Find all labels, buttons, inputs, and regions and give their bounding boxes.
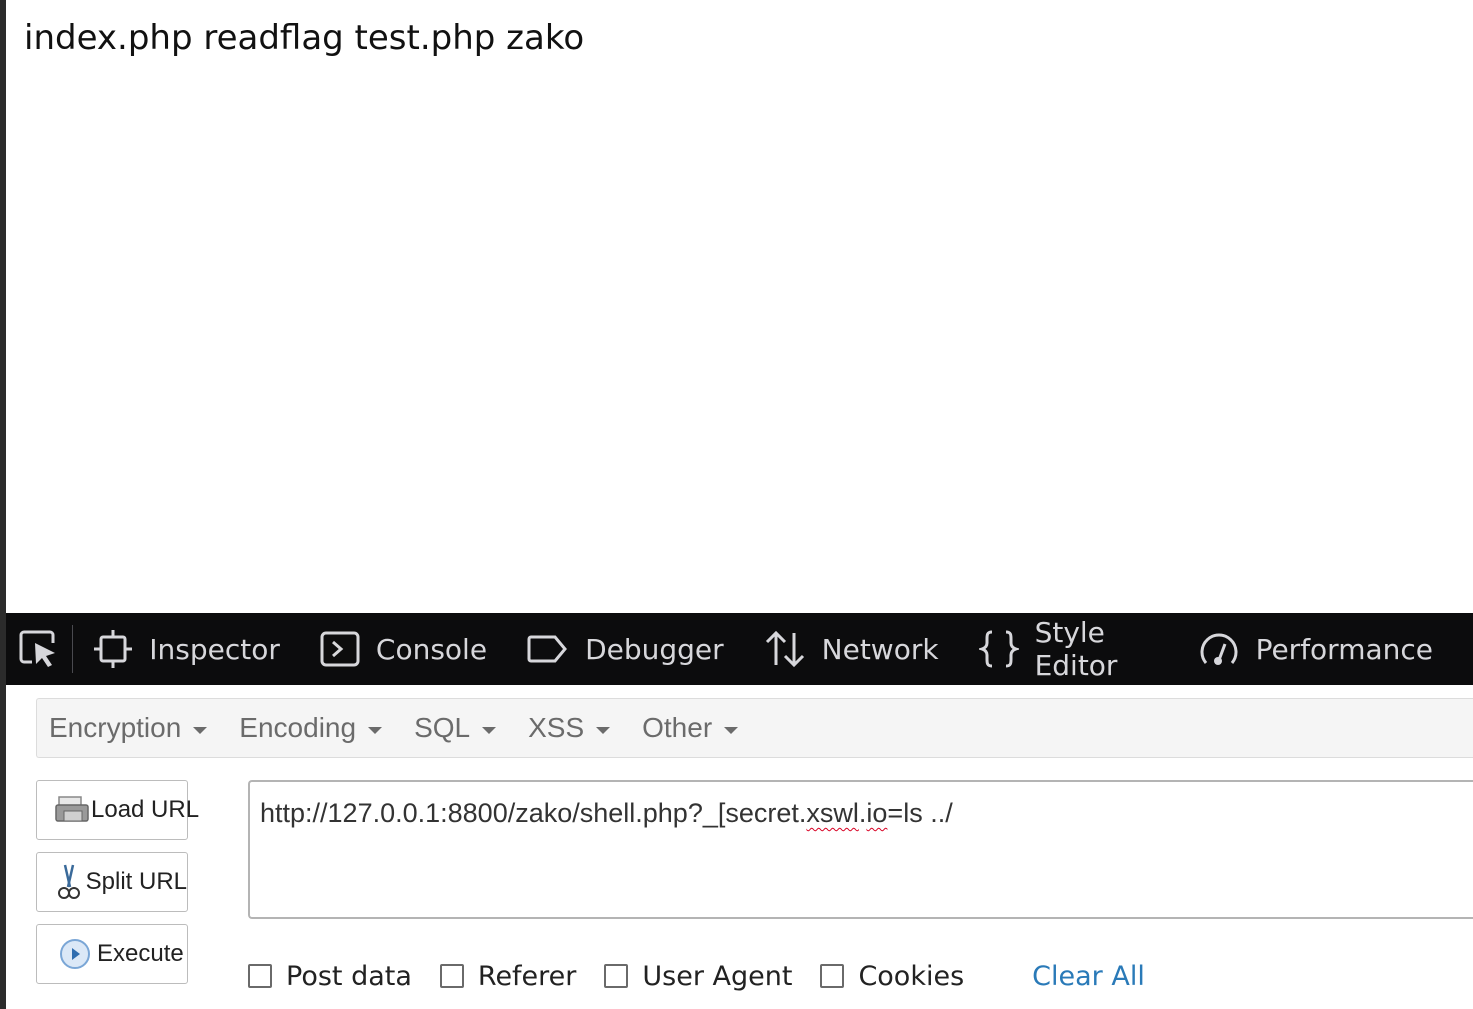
tab-label: Performance	[1255, 632, 1433, 666]
tab-debugger[interactable]: Debugger	[527, 613, 724, 685]
menu-encoding[interactable]: Encoding	[239, 712, 383, 744]
tab-label: Network	[821, 632, 939, 666]
user-agent-label: User Agent	[642, 960, 793, 992]
execute-label: Execute	[97, 940, 184, 967]
menu-xss[interactable]: XSS	[528, 712, 611, 744]
load-url-label: Load URL	[91, 796, 200, 823]
referer-option[interactable]: Referer	[439, 960, 577, 992]
split-url-label: Split URL	[85, 868, 187, 895]
split-url-button[interactable]: Split URL	[36, 852, 188, 912]
console-icon	[320, 629, 360, 669]
cookies-option[interactable]: Cookies	[820, 961, 964, 992]
devtools-toolbar: Inspector Console Debugger Network Style…	[6, 613, 1473, 685]
menu-label: SQL	[414, 712, 471, 743]
tab-performance[interactable]: Performance	[1198, 613, 1433, 685]
caret-down-icon	[724, 726, 739, 734]
frame-icon	[93, 629, 133, 669]
url-text-part: =ls ../	[887, 798, 953, 828]
scissors-icon	[55, 862, 84, 902]
hackbar-menu-bar: Encryption Encoding SQL XSS Other	[36, 698, 1473, 758]
element-picker-icon	[19, 630, 55, 667]
post-data-option[interactable]: Post data	[248, 961, 412, 992]
caret-down-icon	[368, 726, 383, 734]
menu-sql[interactable]: SQL	[414, 712, 497, 744]
clear-all-link[interactable]: Clear All	[1032, 961, 1145, 992]
debugger-icon	[527, 629, 569, 669]
caret-down-icon	[482, 726, 497, 734]
request-options: Post data Referer User Agent Cookies Cle…	[248, 952, 1145, 1000]
url-textarea[interactable]: http://127.0.0.1:8800/zako/shell.php?_[s…	[248, 780, 1473, 919]
menu-label: Other	[642, 712, 713, 743]
page-output-text: index.php readflag test.php zako	[24, 18, 585, 58]
gauge-icon	[1198, 629, 1240, 669]
url-misspelled-word: io	[866, 798, 888, 828]
network-arrows-icon	[764, 629, 806, 669]
caret-down-icon	[193, 726, 208, 734]
user-agent-checkbox[interactable]	[604, 964, 629, 988]
tab-label: Debugger	[585, 632, 724, 666]
window-left-border	[0, 0, 6, 1009]
url-text-part: http://127.0.0.1:8800/zako/shell.php?_[s…	[260, 798, 807, 828]
referer-label: Referer	[477, 960, 577, 992]
tab-label: Console	[375, 632, 488, 666]
tab-style-editor[interactable]: Style Editor	[978, 613, 1158, 685]
tab-inspector[interactable]: Inspector	[93, 613, 280, 685]
tab-label: Inspector	[149, 632, 280, 666]
load-url-icon	[55, 790, 89, 830]
referer-checkbox[interactable]	[439, 964, 464, 988]
load-url-button[interactable]: Load URL	[36, 780, 199, 840]
menu-label: Encryption	[49, 712, 182, 743]
cookies-checkbox[interactable]	[820, 964, 845, 988]
menu-encryption[interactable]: Encryption	[49, 712, 208, 744]
tab-label: Style Editor	[1034, 616, 1118, 682]
tab-console[interactable]: Console	[320, 613, 487, 685]
post-data-checkbox[interactable]	[248, 964, 272, 988]
menu-label: XSS	[528, 712, 585, 743]
user-agent-option[interactable]: User Agent	[604, 961, 792, 992]
post-data-label: Post data	[286, 960, 412, 992]
menu-label: Encoding	[239, 712, 357, 743]
menu-other[interactable]: Other	[642, 712, 739, 744]
braces-icon	[978, 629, 1019, 669]
toolbar-separator	[71, 625, 74, 673]
execute-button[interactable]: Execute	[36, 924, 188, 984]
element-picker-button[interactable]	[6, 613, 72, 685]
tab-network[interactable]: Network	[764, 613, 939, 685]
cookies-label: Cookies	[858, 960, 965, 992]
caret-down-icon	[596, 726, 611, 734]
play-icon	[55, 934, 95, 974]
url-misspelled-word: xswl	[806, 798, 859, 828]
